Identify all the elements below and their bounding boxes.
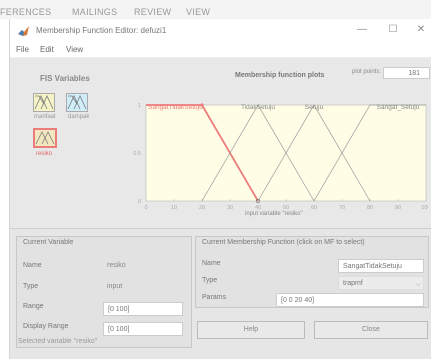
chevron-down-icon: ⌵ [415,281,421,288]
maximize-button[interactable]: ☐ [384,22,402,38]
close-window-button[interactable]: ✕ [412,22,430,38]
fis-output-resiko-label: resiko [36,151,53,157]
fis-variables-title: FIS Variables [40,74,90,83]
x-tick-label: 20 [199,205,205,211]
ribbon-tab-review[interactable]: REVIEW [134,7,171,17]
variable-name-label: Name [23,262,42,269]
fis-input-dampak[interactable] [66,93,88,112]
x-tick-label: 100 [421,205,428,211]
title-bar: Membership Function Editor: defuzi1 — ☐ … [10,19,431,43]
mf-icon [34,95,54,110]
matlab-app-icon [18,26,29,36]
menu-bar: File Edit View [10,43,431,58]
status-text: Selected variable "resiko" [18,338,98,345]
mf-label-tidaksetuju: TidakSetuju [241,104,275,111]
x-tick-label: 30 [227,205,233,211]
menu-edit[interactable]: Edit [40,45,54,54]
params-label: Params [202,294,227,301]
ribbon-tab-references[interactable]: FERENCES [0,7,51,17]
y-tick-label: 0.5 [133,151,141,157]
window-title: Membership Function Editor: defuzi1 [36,26,167,35]
range-label: Range [23,303,44,310]
x-tick-label: 60 [311,205,317,211]
current-mf-panel: Current Membership Function (click on MF… [195,236,429,308]
current-variable-header: Current Variable [23,239,74,246]
mf-type-value: trapmf [343,280,363,287]
fis-output-resiko[interactable] [33,128,57,148]
display-range-input[interactable]: [0 100] [103,322,183,336]
y-tick-label: 0 [138,199,141,205]
plot-points-label: plot points: [352,69,382,75]
variable-name-value: resiko [107,262,126,269]
display-range-label: Display Range [23,323,69,330]
menu-file[interactable]: File [16,45,29,54]
ribbon-tab-mailings[interactable]: MAILINGS [72,7,117,17]
mf-type-label: Type [202,277,218,284]
menu-view[interactable]: View [66,45,83,54]
params-input[interactable]: [0 0 20 40] [276,293,424,307]
mf-type-select[interactable]: trapmf ⌵ [338,276,424,290]
help-button[interactable]: Help [197,321,305,339]
y-tick-label: 1 [138,103,141,109]
mf-name-label: Name [202,260,221,267]
fis-input-dampak-label: dampak [68,114,90,120]
variable-type-label: Type [23,283,39,290]
variable-type-value: input [107,283,123,290]
close-button[interactable]: Close [314,321,428,339]
range-input[interactable]: [0 100] [103,302,183,316]
current-mf-header: Current Membership Function (click on MF… [202,239,365,246]
plot-title: Membership function plots [235,72,325,79]
x-tick-label: 0 [144,205,147,211]
mf-label-setuju: Setuju [305,104,324,111]
mf-icon [35,131,55,145]
top-panel: FIS Variables manfaat dampak resiko Memb… [10,58,431,228]
mf-name-input[interactable]: SangatTidakSetuju [338,259,424,273]
mf-plot[interactable]: 10.500102030405060708090100SangatTidakSe… [118,101,428,216]
fis-input-manfaat[interactable] [33,93,55,112]
mf-editor-window: Membership Function Editor: defuzi1 — ☐ … [9,19,431,359]
mf-label-sangattidaksetuju: SangatTidakSetuju [148,104,203,111]
x-tick-label: 80 [367,205,373,211]
mf-icon [67,95,87,110]
mf-label-sangat-setuju: Sangat_Setuju [377,104,420,111]
fis-input-manfaat-label: manfaat [34,114,56,120]
minimize-button[interactable]: — [353,22,371,38]
x-tick-label: 90 [395,205,401,211]
ribbon-tab-view[interactable]: VIEW [186,7,210,17]
x-tick-label: 70 [339,205,345,211]
plot-points-input[interactable]: 181 [383,67,430,79]
x-axis-label: input variable "resiko" [245,211,303,217]
x-tick-label: 10 [171,205,177,211]
current-variable-panel: Current Variable Name resiko Type input … [16,236,192,348]
word-ribbon-background: FERENCES MAILINGS REVIEW VIEW [0,0,431,19]
